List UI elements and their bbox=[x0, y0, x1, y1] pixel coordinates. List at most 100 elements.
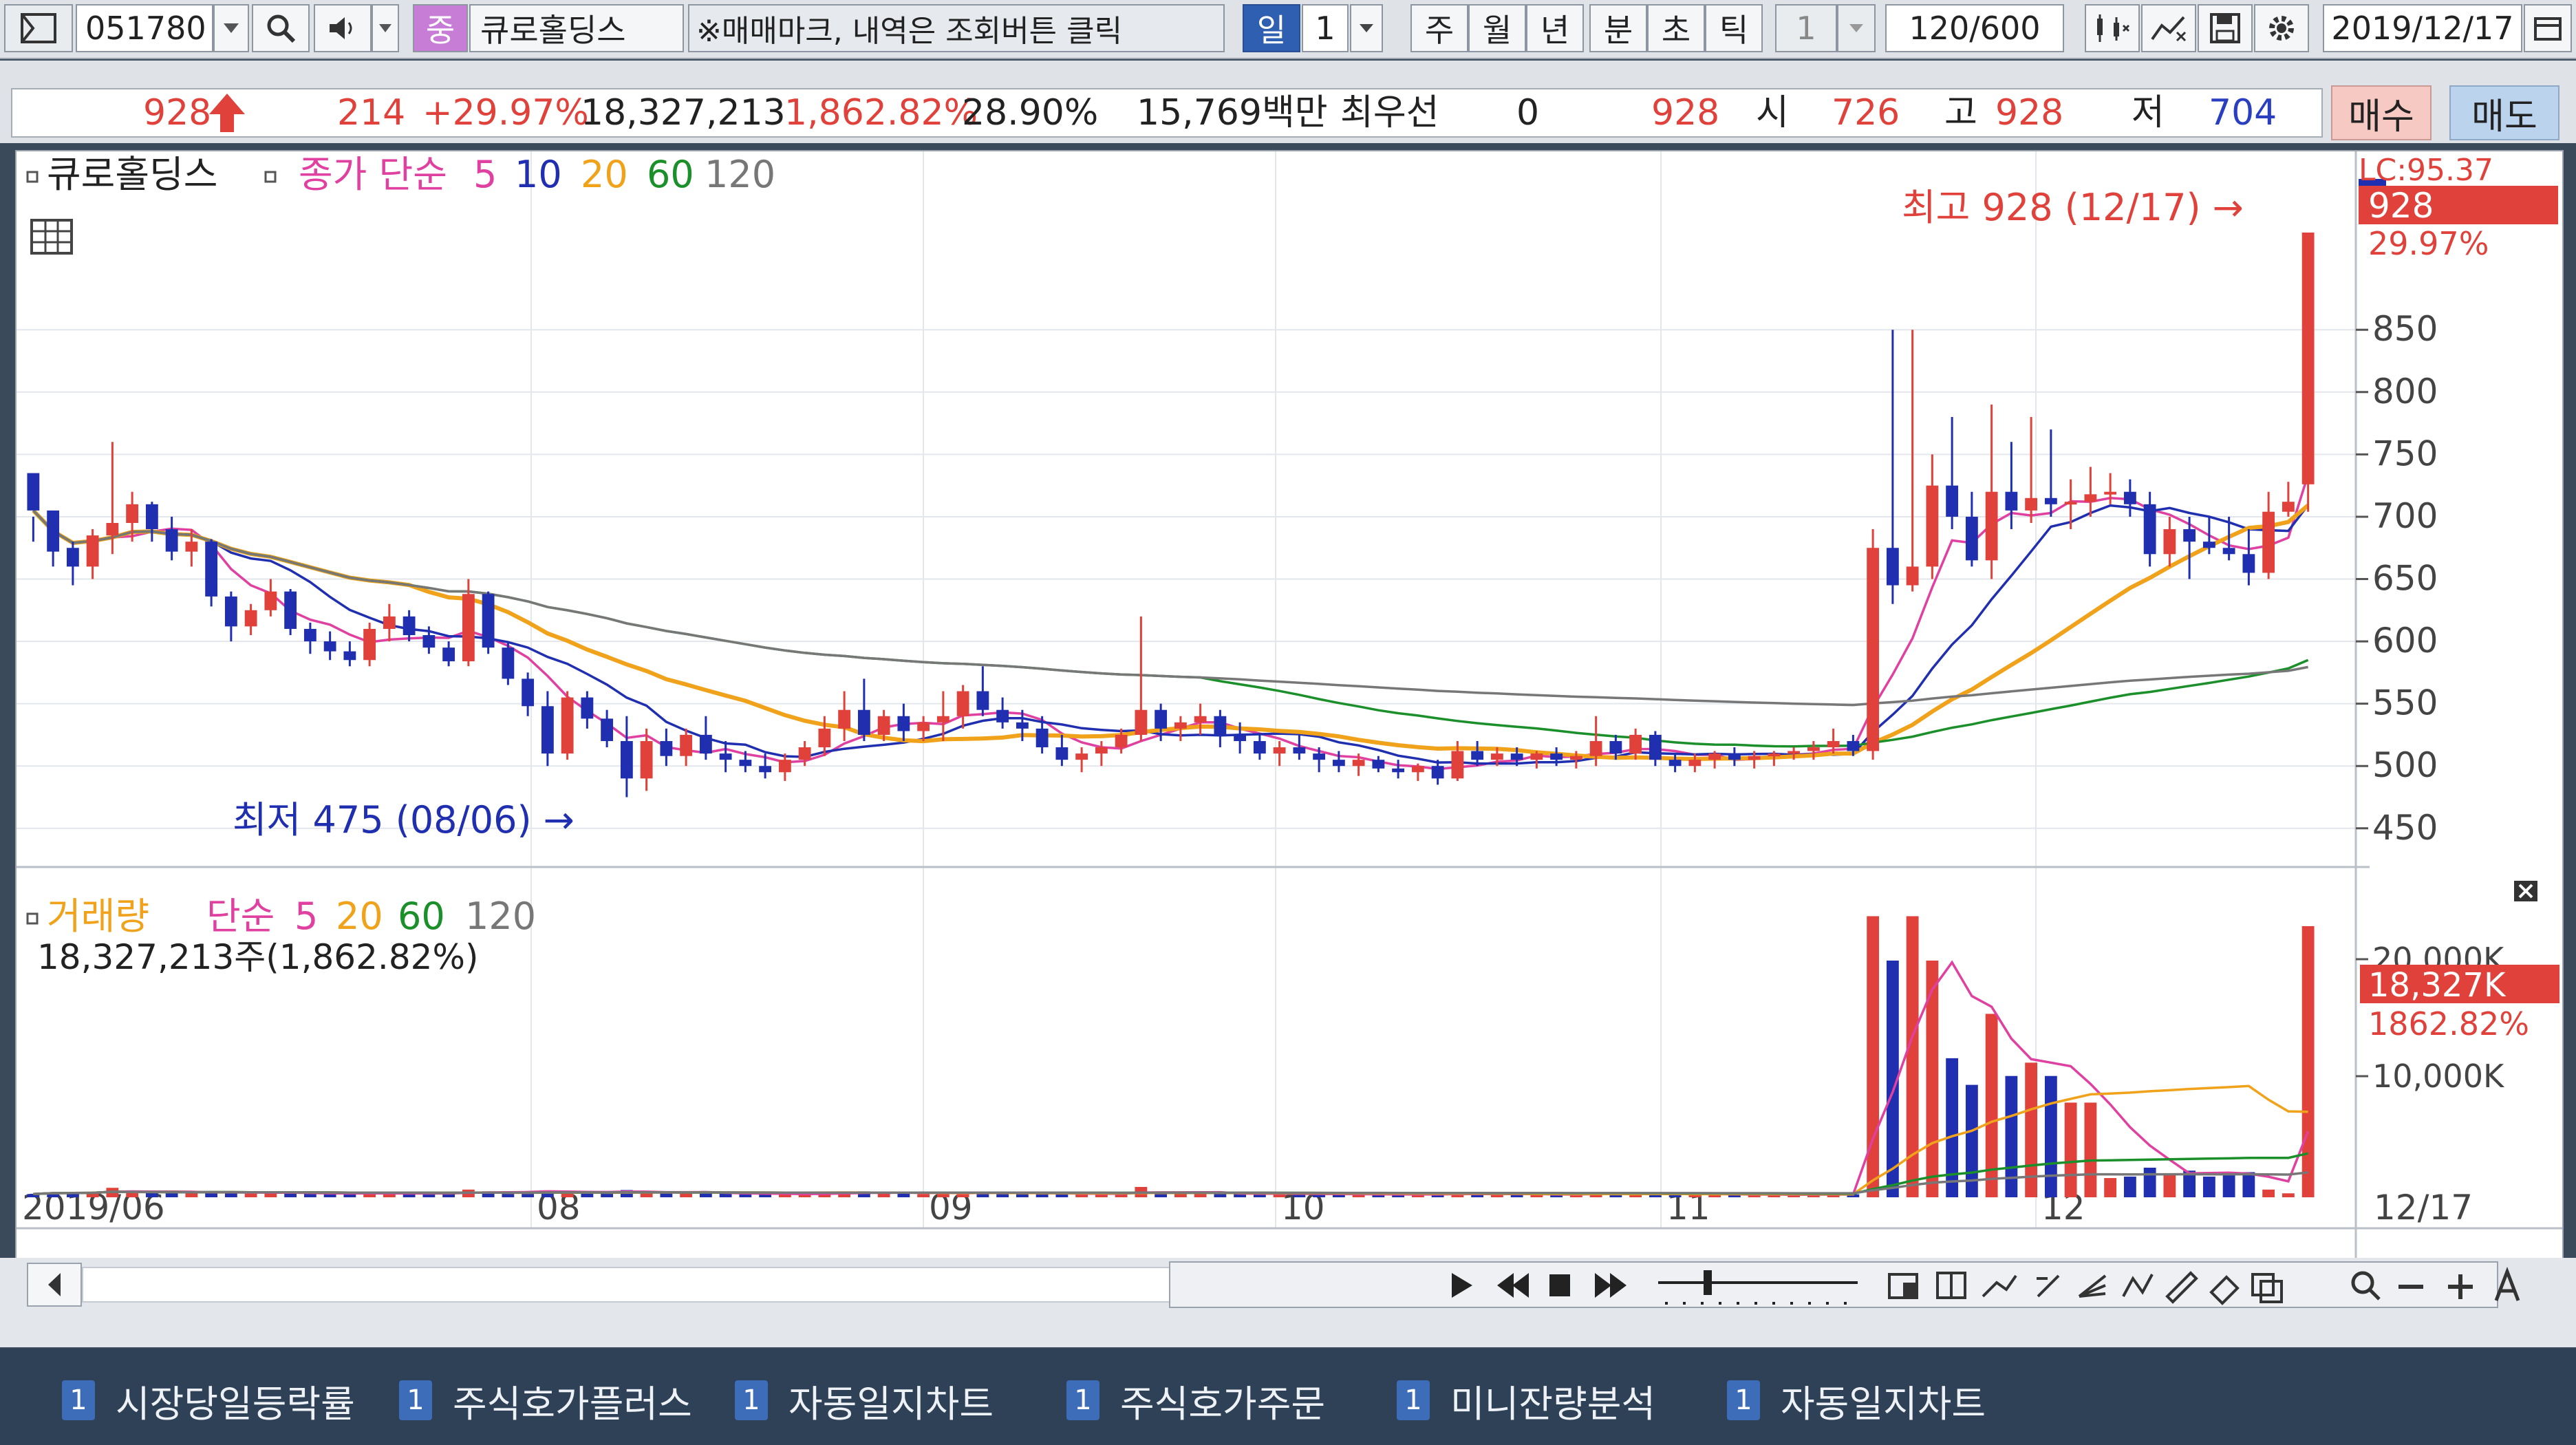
candle-body bbox=[522, 678, 535, 707]
candle-body bbox=[1075, 753, 1088, 760]
task-mini-balance[interactable]: 1 미니잔량분석 bbox=[1397, 1369, 1655, 1431]
period-week-button[interactable]: 주 bbox=[1410, 4, 1468, 52]
sell-button-label: 매도 bbox=[2471, 96, 2537, 138]
chart-area[interactable]: 큐로홀딩스 종가 단순 5 10 20 60 120 거래량 단순 5 20 6… bbox=[15, 150, 2564, 1261]
stock-name-field[interactable]: 큐로홀딩스 bbox=[469, 4, 684, 52]
open-price: 726 bbox=[1832, 92, 1900, 133]
candle-body bbox=[1926, 485, 1939, 567]
badge-text: 중 bbox=[425, 12, 455, 49]
volume-bar bbox=[1926, 961, 1939, 1197]
speaker-icon[interactable] bbox=[314, 4, 372, 52]
compare-icon[interactable] bbox=[2141, 4, 2196, 52]
task-auto-daily-chart[interactable]: 1 자동일지차트 bbox=[735, 1369, 994, 1431]
volume-bar bbox=[2104, 1178, 2117, 1197]
volume-bar bbox=[2143, 1168, 2156, 1197]
stock-name: 큐로홀딩스 bbox=[480, 12, 626, 49]
task-label: 자동일지차트 bbox=[788, 1382, 994, 1426]
volume-bar bbox=[1867, 916, 1880, 1197]
candle-body bbox=[1788, 751, 1801, 754]
candle-body bbox=[165, 529, 178, 552]
tick-value: 1 bbox=[1796, 10, 1816, 47]
period-second-button[interactable]: 초 bbox=[1647, 4, 1705, 52]
task-label: 자동일지차트 bbox=[1781, 1382, 1986, 1426]
task-quote-plus[interactable]: 1 주식호가플러스 bbox=[399, 1369, 692, 1431]
volume-bar bbox=[2242, 1172, 2255, 1197]
candle-body bbox=[2163, 529, 2176, 555]
toolbar: 051780 중 큐로홀딩스 ※매매마크, 내역은 조회버튼 클릭 일 1 주 … bbox=[0, 0, 2576, 59]
candle-body bbox=[66, 548, 79, 567]
task-market-ratio[interactable]: 1 시장당일등락률 bbox=[62, 1369, 355, 1431]
vol-ma20-label: 20 bbox=[336, 895, 383, 938]
candle-body bbox=[1867, 548, 1880, 751]
candle-body bbox=[1490, 753, 1503, 760]
display-count: 120/600 bbox=[1909, 10, 2041, 47]
candle-body bbox=[185, 542, 198, 552]
open-label: 시 bbox=[1756, 92, 1789, 133]
period-minute-button[interactable]: 분 bbox=[1589, 4, 1647, 52]
candle-body bbox=[680, 734, 693, 756]
volume-bar bbox=[244, 1193, 257, 1197]
close-panel-icon[interactable] bbox=[2514, 881, 2537, 901]
tick-value-input[interactable]: 1 bbox=[1775, 4, 1837, 52]
last-volume-pct-tag: 1862.82% bbox=[2368, 1005, 2529, 1042]
candle-body bbox=[996, 709, 1009, 722]
scroll-thumb[interactable] bbox=[1169, 1261, 2498, 1308]
buy-button[interactable]: 매수 bbox=[2331, 85, 2432, 140]
candle-body bbox=[1569, 756, 1582, 760]
candle-body bbox=[956, 691, 969, 716]
display-count-input[interactable]: 120/600 bbox=[1885, 4, 2064, 52]
candle-body bbox=[857, 709, 870, 735]
search-icon[interactable] bbox=[252, 4, 310, 52]
candle-body bbox=[2064, 502, 2077, 505]
lc-tag: LC:95.37 bbox=[2359, 153, 2493, 188]
chart-svg[interactable]: 큐로홀딩스 종가 단순 5 10 20 60 120 거래량 단순 5 20 6… bbox=[17, 151, 2562, 1259]
task-auto-daily-chart-2[interactable]: 1 자동일지차트 bbox=[1727, 1369, 1986, 1431]
settings-gear-icon[interactable] bbox=[2254, 4, 2309, 52]
volume-legend-series: 단순 bbox=[206, 895, 275, 938]
candle-body bbox=[343, 651, 356, 661]
candle-body bbox=[1946, 485, 1959, 517]
price-legend-series: 종가 단순 bbox=[299, 153, 447, 196]
window-menu-icon[interactable] bbox=[4, 4, 73, 52]
task-quote-order[interactable]: 1 주식호가주문 bbox=[1066, 1369, 1325, 1431]
period-day-button[interactable]: 일 bbox=[1243, 4, 1300, 52]
task-label: 주식호가주문 bbox=[1120, 1382, 1326, 1426]
calendar-icon[interactable] bbox=[2524, 4, 2572, 52]
volume-bar bbox=[2262, 1189, 2275, 1197]
volume-bar bbox=[185, 1192, 198, 1197]
candle-body bbox=[2242, 554, 2255, 573]
period-tick-button[interactable]: 틱 bbox=[1705, 4, 1763, 52]
candle-body bbox=[363, 628, 376, 661]
sell-button[interactable]: 매도 bbox=[2449, 85, 2559, 140]
period-year-button[interactable]: 년 bbox=[1526, 4, 1584, 52]
auto-scale-icon[interactable] bbox=[2494, 1266, 2520, 1301]
volume-bar bbox=[165, 1192, 178, 1197]
period-day-label: 일 bbox=[1256, 12, 1287, 49]
price-legend-name: 큐로홀딩스 bbox=[47, 153, 217, 196]
stock-code-value: 051780 bbox=[85, 10, 206, 47]
save-icon[interactable] bbox=[2198, 4, 2253, 52]
buy-button-label: 매수 bbox=[2348, 96, 2414, 138]
scroll-track[interactable] bbox=[82, 1267, 1170, 1303]
period-value-input[interactable]: 1 bbox=[1302, 4, 1349, 52]
candle-body bbox=[640, 740, 653, 779]
chart-style-icon[interactable] bbox=[2085, 4, 2140, 52]
stop-icon[interactable] bbox=[1549, 1274, 1570, 1296]
low-price: 704 bbox=[2209, 92, 2277, 133]
period-month-button[interactable]: 월 bbox=[1468, 4, 1526, 52]
tick-dropdown-icon[interactable] bbox=[1837, 4, 1876, 52]
stock-code-input[interactable]: 051780 bbox=[76, 4, 213, 52]
candle-body bbox=[205, 542, 218, 597]
candle-body bbox=[917, 722, 930, 731]
best-quote-label: 최우선 bbox=[1340, 92, 1439, 133]
period-dropdown-icon[interactable] bbox=[1350, 4, 1383, 52]
speaker-dropdown-icon[interactable] bbox=[372, 4, 399, 52]
code-dropdown-icon[interactable] bbox=[213, 4, 249, 52]
candle-body bbox=[86, 535, 99, 567]
date-input[interactable]: 2019/12/17 bbox=[2323, 4, 2522, 52]
price-tick-label: 450 bbox=[2372, 808, 2438, 848]
candle-body bbox=[1372, 760, 1385, 769]
candle-body bbox=[1392, 768, 1405, 773]
volume-bar bbox=[2222, 1175, 2235, 1197]
candle-body bbox=[1629, 734, 1642, 754]
